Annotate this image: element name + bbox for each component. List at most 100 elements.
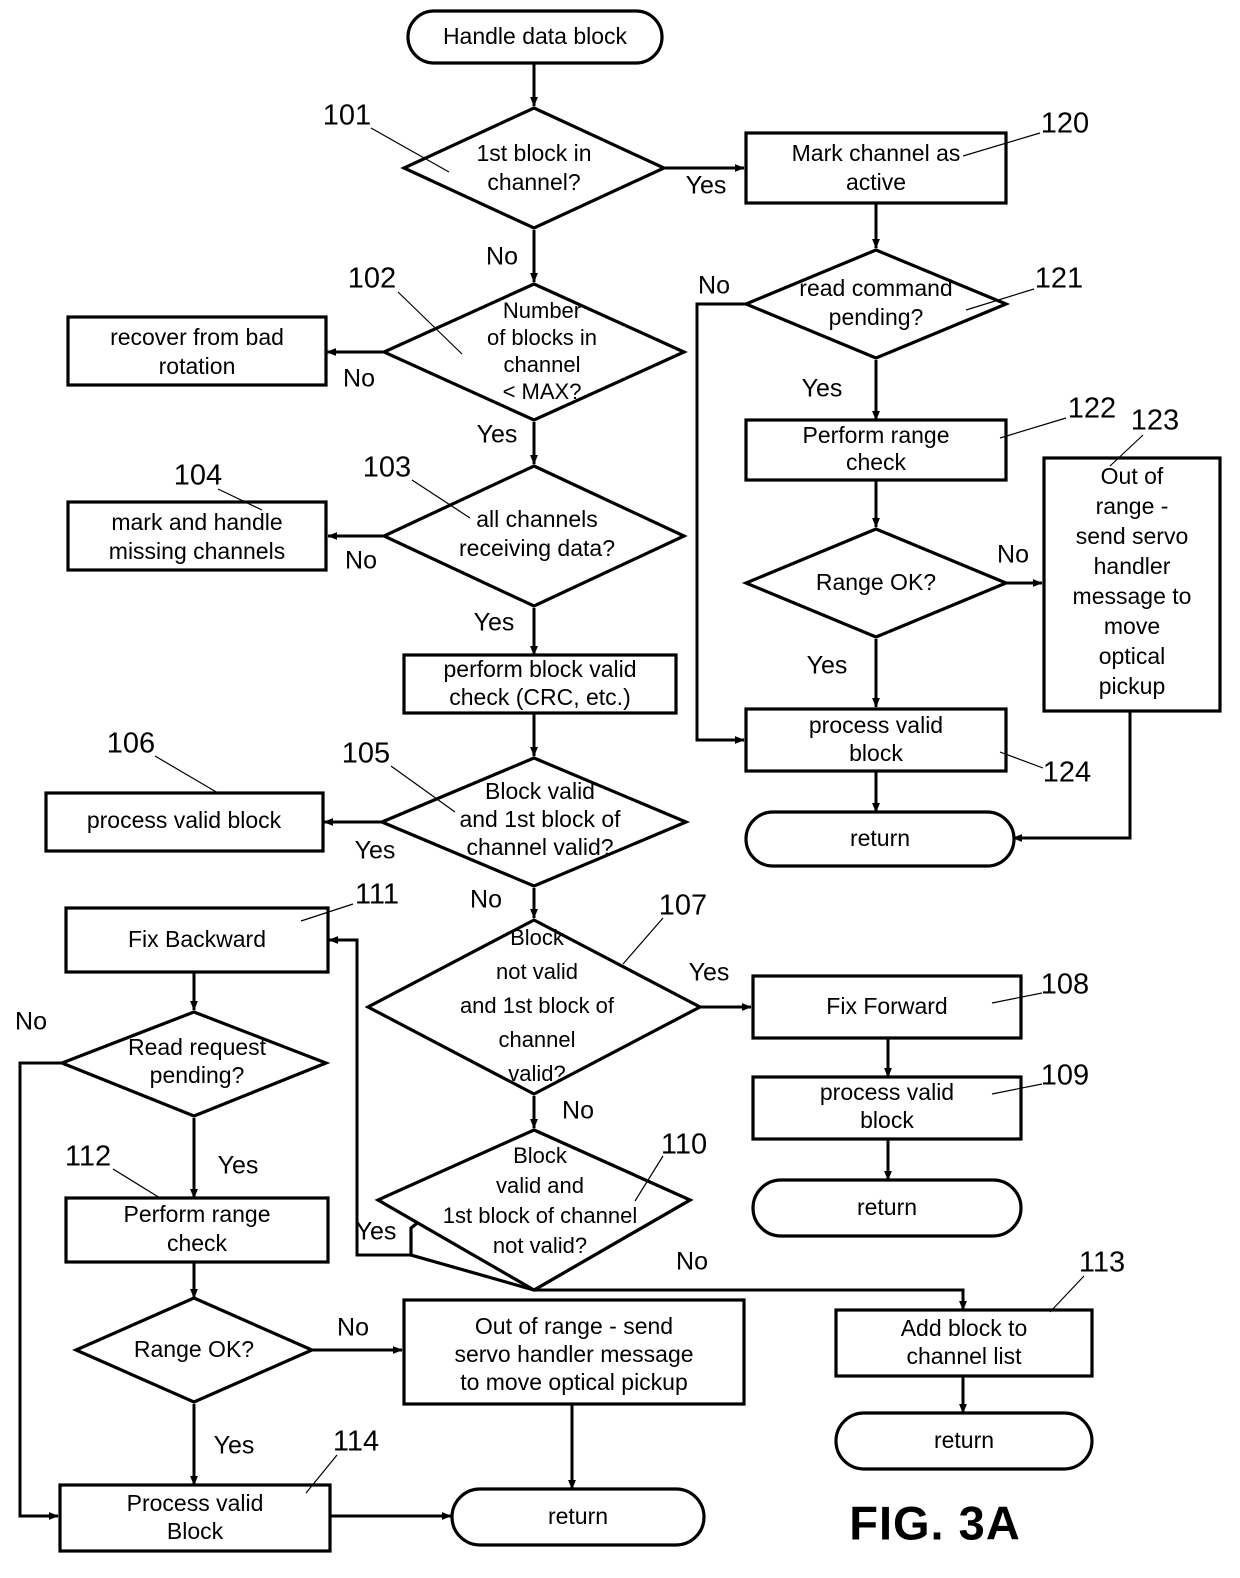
node-113-line-1: channel list	[906, 1343, 1022, 1369]
node-121: read command pending?	[741, 248, 1011, 360]
node-106: process valid block	[44, 791, 325, 853]
edge-label-103-no: No	[345, 547, 377, 575]
edge-label-rangeok-top-yes: Yes	[807, 652, 848, 680]
edge-label-rangeok-bot-no: No	[337, 1314, 369, 1342]
node-range-ok-top: Range OK?	[741, 527, 1011, 639]
node-123-line-7: pickup	[1099, 673, 1165, 699]
flowchart-canvas: Handle data block 1st block in channel? …	[15, 9, 1222, 1553]
edge-121-no-to-124	[695, 302, 745, 744]
node-readreq-line-0: Read request	[128, 1034, 267, 1060]
ref-101: 101	[323, 100, 371, 132]
node-110-line-2: 1st block of channel	[443, 1203, 637, 1228]
figure-label: FIG. 3A	[849, 1496, 1021, 1549]
node-112-line-0: Perform range	[123, 1201, 270, 1227]
node-105-line-1: and 1st block of	[459, 806, 621, 832]
ref-106: 106	[107, 728, 155, 760]
node-return-mid-line-0: return	[857, 1194, 917, 1220]
node-recover-line-0: recover from bad	[110, 324, 284, 350]
node-perform-block-valid-check: perform block valid check (CRC, etc.)	[402, 653, 678, 715]
edge-label-110-yes: Yes	[356, 1218, 397, 1246]
node-120-line-1: active	[846, 169, 906, 195]
node-104-line-1: missing channels	[109, 538, 285, 564]
node-104: mark and handle missing channels	[66, 500, 328, 572]
node-107: Block not valid and 1st block of channel…	[364, 918, 704, 1096]
edge-label-102-yes: Yes	[477, 421, 518, 449]
node-range-ok-bot-line-0: Range OK?	[134, 1336, 254, 1362]
edge-label-101-yes: Yes	[686, 172, 727, 200]
node-112: Perform range check	[64, 1196, 330, 1264]
node-102-line-1: of blocks in	[487, 325, 597, 350]
node-out-of-range-bottom: Out of range - send servo handler messag…	[402, 1298, 746, 1406]
node-107-line-4: valid?	[508, 1061, 565, 1086]
node-122: Perform range check	[744, 418, 1008, 482]
ref-120: 120	[1041, 108, 1089, 140]
node-111-line-0: Fix Backward	[128, 926, 266, 952]
ref-112: 112	[65, 1141, 111, 1173]
edge-label-121-yes: Yes	[802, 375, 843, 403]
node-107-line-2: and 1st block of	[460, 993, 615, 1018]
node-107-line-3: channel	[498, 1027, 575, 1052]
edge-label-readreq-no: No	[15, 1008, 47, 1036]
node-109-line-0: process valid	[820, 1079, 954, 1105]
node-108: Fix Forward	[751, 974, 1023, 1040]
edge-label-110-no: No	[676, 1248, 708, 1276]
node-start: Handle data block	[406, 9, 664, 65]
node-111: Fix Backward	[64, 906, 330, 974]
ref-124: 124	[1043, 757, 1091, 789]
node-103-line-1: receiving data?	[459, 535, 615, 561]
node-outrange-bot-line-1: servo handler message	[454, 1341, 693, 1367]
node-read-request-pending: Read request pending?	[57, 1010, 331, 1118]
edge-label-rangeok-bot-yes: Yes	[214, 1432, 255, 1460]
node-102: Number of blocks in channel < MAX?	[380, 282, 688, 422]
node-107-line-1: not valid	[496, 959, 578, 984]
node-return-mid: return	[751, 1178, 1023, 1238]
edge-label-105-yes: Yes	[355, 837, 396, 865]
ref-111: 111	[355, 879, 399, 911]
node-110-line-3: not valid?	[493, 1233, 587, 1258]
node-110-line-0: Block	[513, 1143, 568, 1168]
node-123-line-4: message to	[1073, 583, 1192, 609]
node-102-line-0: Number	[503, 298, 581, 323]
node-123-line-2: send servo	[1076, 523, 1189, 549]
node-109-line-1: block	[860, 1107, 914, 1133]
ref-123: 123	[1131, 405, 1179, 437]
node-123-line-3: handler	[1094, 553, 1171, 579]
node-105: Block valid and 1st block of channel val…	[377, 756, 691, 888]
node-recover-from-bad-rotation: recover from bad rotation	[66, 315, 328, 387]
node-113-line-0: Add block to	[901, 1315, 1028, 1341]
edge-readreq-no-to-114	[18, 1061, 62, 1520]
node-105-line-0: Block valid	[485, 778, 595, 804]
node-109: process valid block	[751, 1075, 1023, 1141]
ref-114: 114	[333, 1426, 379, 1458]
node-110-line-1: valid and	[496, 1173, 584, 1198]
edge-label-102-no: No	[343, 365, 375, 393]
node-return-bot-right-line-0: return	[934, 1427, 994, 1453]
node-start-line-0: Handle data block	[443, 23, 628, 49]
ref-113: 113	[1079, 1247, 1125, 1279]
node-crc-line-0: perform block valid	[443, 656, 636, 682]
node-124: process valid block	[744, 707, 1008, 773]
node-return-top-line-0: return	[850, 825, 910, 851]
ref-107: 107	[659, 890, 707, 922]
edge-label-101-no: No	[486, 243, 518, 271]
node-102-line-2: channel	[503, 352, 580, 377]
node-101-line-1: channel?	[487, 169, 580, 195]
node-return-bot-left-line-0: return	[548, 1503, 608, 1529]
node-123: Out of range - send servo handler messag…	[1042, 456, 1222, 713]
node-121-line-1: pending?	[829, 304, 924, 330]
edge-label-readreq-yes: Yes	[218, 1152, 259, 1180]
node-123-line-1: range -	[1096, 493, 1169, 519]
node-121-line-0: read command	[799, 275, 952, 301]
node-123-line-5: move	[1104, 613, 1160, 639]
node-113: Add block to channel list	[834, 1308, 1094, 1378]
node-recover-line-1: rotation	[159, 353, 236, 379]
node-104-line-0: mark and handle	[111, 509, 282, 535]
node-106-line-0: process valid block	[87, 807, 282, 833]
node-return-bottom-left: return	[450, 1487, 706, 1547]
node-114: Process valid Block	[58, 1483, 332, 1553]
ref-122: 122	[1068, 393, 1116, 425]
node-103: all channels receiving data?	[380, 464, 688, 608]
node-107-line-0: Block	[510, 925, 565, 950]
ref-102: 102	[348, 263, 396, 295]
edge-label-107-yes: Yes	[689, 959, 730, 987]
